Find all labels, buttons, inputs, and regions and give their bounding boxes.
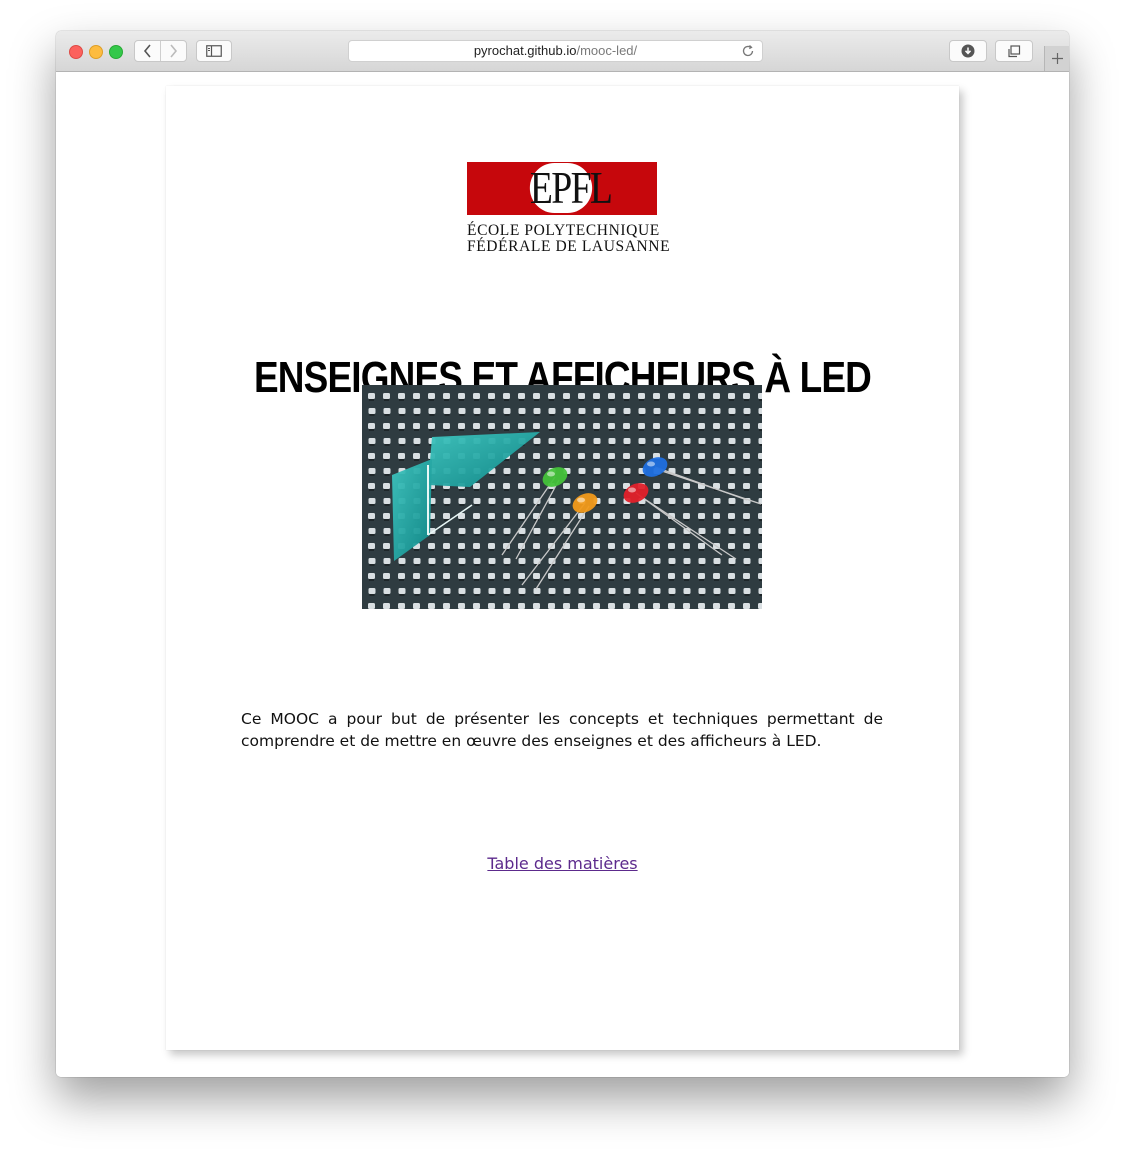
plus-icon [1051, 53, 1063, 64]
close-window-button[interactable] [69, 45, 83, 59]
back-button[interactable] [135, 41, 160, 61]
table-of-contents-link[interactable]: Table des matières [166, 853, 959, 875]
chevron-left-icon [143, 44, 151, 58]
page-card: EPFL ÉCOLE POLYTECHNIQUE FÉDÉRALE DE LAU… [166, 86, 959, 1050]
url-path: /mooc-led/ [576, 43, 638, 58]
led-matrix-photo [362, 385, 762, 609]
epfl-logo: EPFL ÉCOLE POLYTECHNIQUE FÉDÉRALE DE LAU… [467, 162, 671, 257]
minimize-window-button[interactable] [89, 45, 103, 59]
course-description: Ce MOOC a pour but de présenter les conc… [241, 710, 883, 750]
logo-text-line-2: FÉDÉRALE DE LAUSANNE [467, 238, 671, 255]
logo-mark: EPFL [529, 162, 613, 213]
chevron-right-icon [170, 44, 178, 58]
web-content: EPFL ÉCOLE POLYTECHNIQUE FÉDÉRALE DE LAU… [56, 72, 1069, 1077]
hero-image [362, 385, 762, 609]
logo-text-line-1: ÉCOLE POLYTECHNIQUE [467, 222, 660, 239]
show-sidebar-button[interactable] [196, 40, 232, 62]
tabs-overview-icon [1008, 44, 1021, 57]
new-tab-button[interactable] [1044, 46, 1069, 71]
sidebar-icon [206, 45, 222, 57]
show-all-tabs-button[interactable] [995, 40, 1033, 62]
url-host: pyrochat.github.io [473, 43, 577, 58]
navigation-buttons [134, 40, 187, 62]
address-bar[interactable]: pyrochat.github.io/mooc-led/ [348, 40, 763, 62]
download-icon [961, 44, 975, 58]
browser-window: pyrochat.github.io/mooc-led/ EPFL ÉCOLE … [56, 31, 1069, 1077]
title-bar: pyrochat.github.io/mooc-led/ [56, 31, 1069, 72]
forward-button[interactable] [161, 41, 186, 61]
logo-bar: EPFL [467, 162, 657, 215]
reload-icon[interactable] [740, 43, 756, 59]
zoom-window-button[interactable] [109, 45, 123, 59]
downloads-button[interactable] [949, 40, 987, 62]
